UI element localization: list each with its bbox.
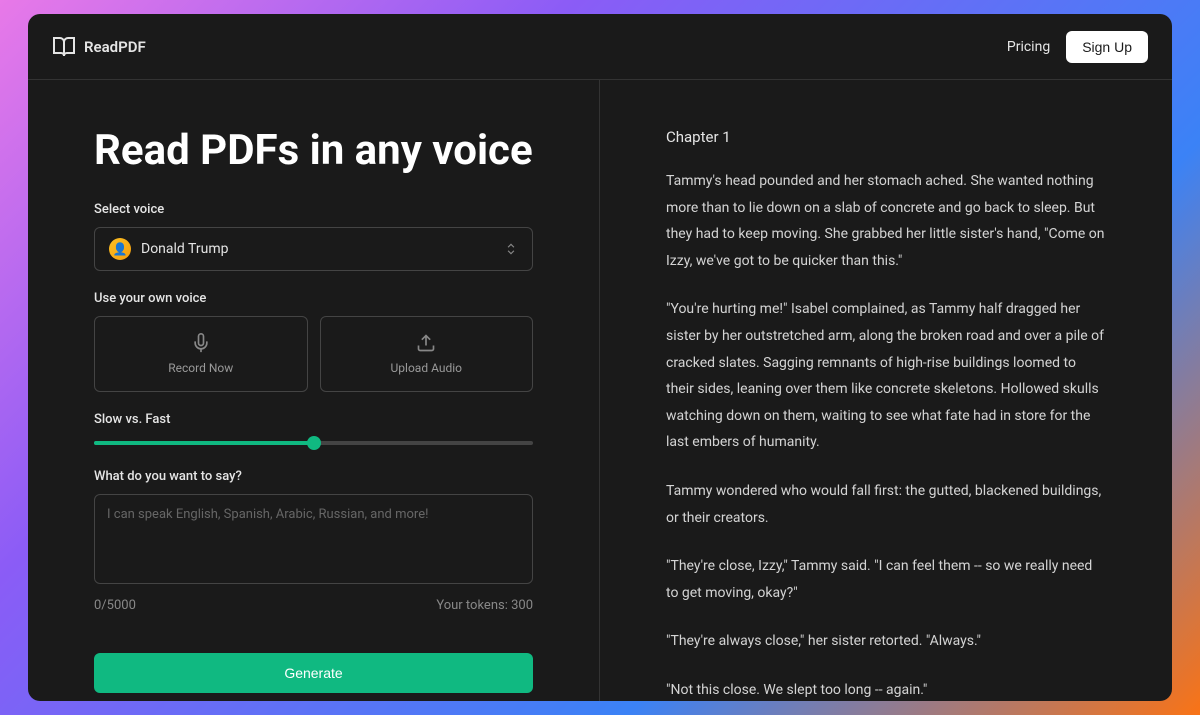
avatar: 👤 xyxy=(109,238,131,260)
textarea-footer: 0/5000 Your tokens: 300 xyxy=(94,598,533,613)
chapter-title: Chapter 1 xyxy=(666,128,1106,146)
voice-select-content: 👤 Donald Trump xyxy=(109,238,228,260)
paragraph: "They're always close," her sister retor… xyxy=(666,628,1106,655)
upload-audio-option[interactable]: Upload Audio xyxy=(320,316,534,392)
upload-audio-label: Upload Audio xyxy=(391,361,462,375)
slow-fast-label: Slow vs. Fast xyxy=(94,412,533,427)
paragraph: Tammy's head pounded and her stomach ach… xyxy=(666,168,1106,274)
slider-thumb[interactable] xyxy=(307,436,321,450)
right-panel: Chapter 1 Tammy's head pounded and her s… xyxy=(600,80,1172,701)
slider-track xyxy=(94,441,533,445)
text-input[interactable] xyxy=(94,494,533,584)
slider-fill xyxy=(94,441,314,445)
left-panel: Read PDFs in any voice Select voice 👤 Do… xyxy=(28,80,600,701)
paragraph: "They're close, Izzy," Tammy said. "I ca… xyxy=(666,553,1106,606)
speed-slider[interactable] xyxy=(94,437,533,449)
upload-icon xyxy=(416,333,436,353)
pricing-link[interactable]: Pricing xyxy=(1007,39,1050,55)
logo-text: ReadPDF xyxy=(84,38,146,56)
char-count: 0/5000 xyxy=(94,598,136,613)
speed-group: Slow vs. Fast xyxy=(94,412,533,449)
paragraph: "You're hurting me!" Isabel complained, … xyxy=(666,296,1106,456)
textarea-group: What do you want to say? 0/5000 Your tok… xyxy=(94,469,533,613)
voice-select[interactable]: 👤 Donald Trump xyxy=(94,227,533,271)
header-actions: Pricing Sign Up xyxy=(1007,31,1148,63)
microphone-icon xyxy=(191,333,211,353)
chevron-up-down-icon xyxy=(504,242,518,256)
own-voice-group: Use your own voice Record Now Upload xyxy=(94,291,533,392)
voice-select-group: Select voice 👤 Donald Trump xyxy=(94,202,533,271)
generate-button[interactable]: Generate xyxy=(94,653,533,693)
record-now-option[interactable]: Record Now xyxy=(94,316,308,392)
paragraph: Tammy wondered who would fall first: the… xyxy=(666,478,1106,531)
tokens-count: Your tokens: 300 xyxy=(436,598,533,613)
paragraph: "Not this close. We slept too long -- ag… xyxy=(666,677,1106,701)
textarea-label: What do you want to say? xyxy=(94,469,533,484)
book-icon xyxy=(52,35,76,59)
voice-options: Record Now Upload Audio xyxy=(94,316,533,392)
logo[interactable]: ReadPDF xyxy=(52,35,146,59)
main: Read PDFs in any voice Select voice 👤 Do… xyxy=(28,80,1172,701)
selected-voice-name: Donald Trump xyxy=(141,241,228,257)
header: ReadPDF Pricing Sign Up xyxy=(28,14,1172,80)
select-voice-label: Select voice xyxy=(94,202,533,217)
record-now-label: Record Now xyxy=(168,361,233,375)
signup-button[interactable]: Sign Up xyxy=(1066,31,1148,63)
app-window: ReadPDF Pricing Sign Up Read PDFs in any… xyxy=(28,14,1172,701)
use-own-voice-label: Use your own voice xyxy=(94,291,533,306)
page-title: Read PDFs in any voice xyxy=(94,128,533,174)
